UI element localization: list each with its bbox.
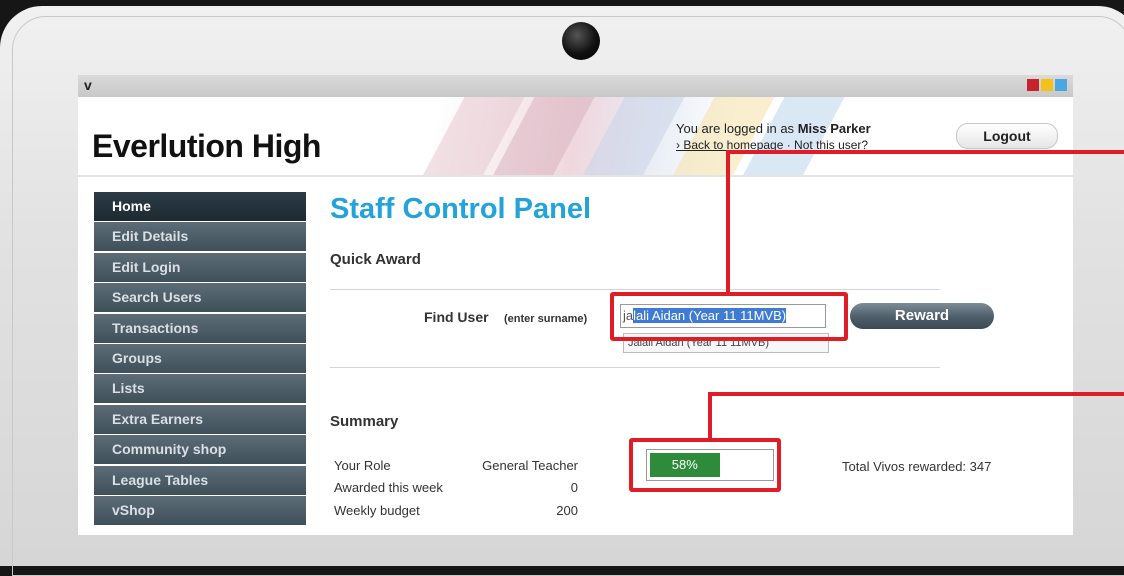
callout-box-progress — [629, 438, 781, 492]
logout-button[interactable]: Logout — [956, 123, 1058, 149]
window-controls — [1027, 79, 1067, 91]
total-vivos-rewarded: Total Vivos rewarded: 347 — [842, 459, 992, 474]
role-label: Your Role — [334, 458, 391, 473]
browser-screen: v Everlution High You are logged in as M… — [78, 75, 1073, 535]
awarded-label: Awarded this week — [334, 480, 443, 495]
sidebar-item-groups[interactable]: Groups — [94, 343, 306, 373]
sidebar-item-edit-login[interactable]: Edit Login — [94, 252, 306, 282]
callout-line — [726, 150, 1124, 154]
sidebar-item-edit-details[interactable]: Edit Details — [94, 222, 306, 252]
section-divider — [330, 367, 940, 368]
login-prefix: You are logged in as — [676, 121, 795, 136]
summary-heading: Summary — [330, 413, 399, 430]
quick-award-heading: Quick Award — [330, 251, 421, 268]
callout-line — [708, 392, 1124, 396]
minimize-window-button[interactable] — [1041, 79, 1053, 91]
school-name: Everlution High — [92, 128, 321, 164]
webcam — [562, 22, 600, 60]
callout-box-search — [610, 292, 848, 341]
login-info: You are logged in as Miss Parker › Back … — [676, 121, 871, 153]
site-header: Everlution High You are logged in as Mis… — [78, 97, 1073, 175]
section-divider — [330, 289, 940, 290]
budget-value: 200 — [556, 503, 578, 518]
login-user: Miss Parker — [797, 121, 871, 136]
window-titlebar: v — [78, 75, 1073, 98]
callout-line — [708, 392, 712, 440]
sidebar-item-home[interactable]: Home — [94, 192, 306, 221]
find-user-hint: (enter surname) — [504, 313, 588, 325]
sidebar-nav: Home Edit Details Edit Login Search User… — [94, 192, 306, 526]
close-window-button[interactable] — [1027, 79, 1039, 91]
sidebar-item-lists[interactable]: Lists — [94, 374, 306, 404]
budget-label: Weekly budget — [334, 503, 420, 518]
sidebar-item-league-tables[interactable]: League Tables — [94, 465, 306, 495]
sidebar-item-search-users[interactable]: Search Users — [94, 283, 306, 313]
maximize-window-button[interactable] — [1055, 79, 1067, 91]
sidebar-item-transactions[interactable]: Transactions — [94, 313, 306, 343]
sidebar-item-community-shop[interactable]: Community shop — [94, 435, 306, 465]
sidebar-item-vshop[interactable]: vShop — [94, 495, 306, 525]
app-logo: v — [84, 77, 92, 93]
page-title: Staff Control Panel — [330, 193, 592, 225]
header-divider — [78, 175, 1073, 177]
reward-button[interactable]: Reward — [850, 303, 994, 329]
sidebar-item-extra-earners[interactable]: Extra Earners — [94, 404, 306, 434]
role-value: General Teacher — [482, 458, 578, 473]
callout-line — [726, 150, 730, 294]
find-user-label: Find User — [424, 309, 489, 325]
awarded-value: 0 — [570, 480, 578, 495]
